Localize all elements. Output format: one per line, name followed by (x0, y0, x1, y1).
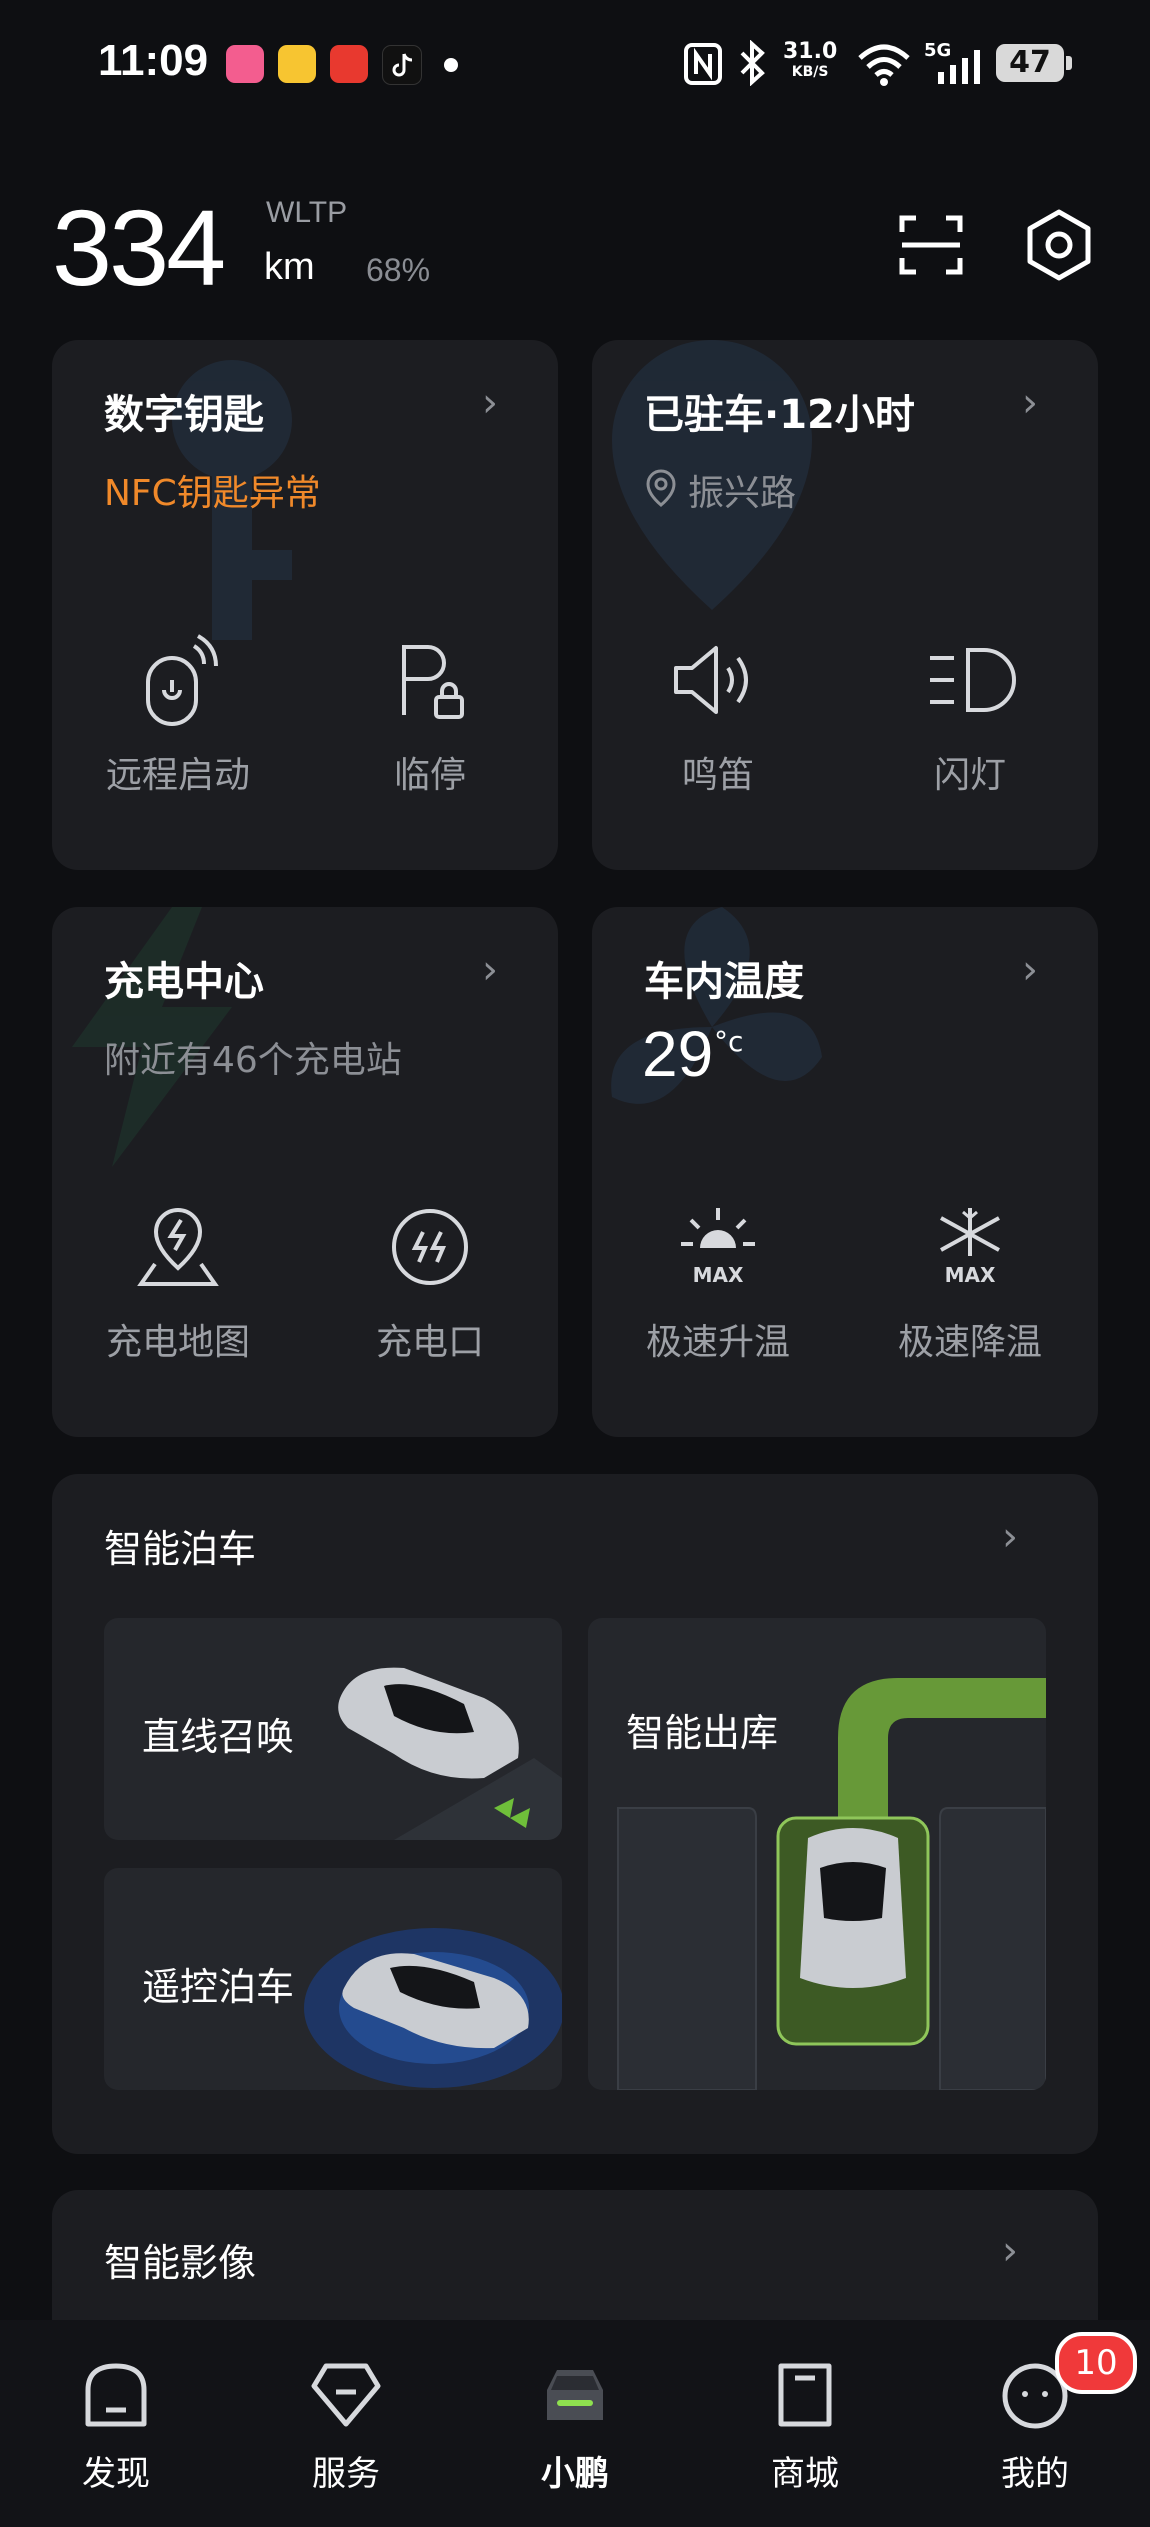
charging-map-icon (137, 1207, 219, 1286)
battery-percent: 68% (366, 252, 431, 288)
nav-xpeng[interactable]: 小鹏 (505, 2360, 645, 2495)
bilibili-app-icon (226, 45, 264, 83)
horn-button[interactable]: 鸣笛 (598, 630, 838, 798)
summon-straight-label: 直线召唤 (142, 1715, 295, 1759)
network-speed: 31.0 KB/S (783, 39, 838, 82)
svg-text:MAX: MAX (693, 1263, 744, 1287)
location-pin-icon (646, 469, 676, 507)
car-summon-illustration-icon (338, 1667, 562, 1840)
cabin-temperature-card[interactable]: 车内温度 › 29 °c MAX 极速升温 MAX 极速降温 (592, 907, 1098, 1437)
temp-parking-button[interactable]: 临停 (310, 630, 550, 798)
settings-button[interactable] (1022, 208, 1096, 282)
digital-key-title: 数字钥匙 (104, 392, 264, 438)
scan-button[interactable] (894, 208, 968, 282)
svg-text:MAX: MAX (945, 1263, 996, 1287)
nav-service-label: 服务 (312, 2454, 380, 2494)
smart-parking-card[interactable]: 智能泊车 › 直线召唤 遥控泊车 智能出库 (52, 1474, 1098, 2154)
status-bar: 11:09 31.0 KB/S 5G 47 (0, 0, 1150, 130)
flash-lights-label: 闪灯 (933, 755, 1006, 796)
parked-location: 振兴路 (688, 473, 797, 514)
max-cool-button[interactable]: MAX 极速降温 (850, 1197, 1090, 1365)
discover-icon (85, 2363, 147, 2427)
remote-start-label: 远程启动 (105, 755, 250, 796)
scan-icon (899, 215, 963, 275)
cabin-temperature-unit: °c (714, 1025, 744, 1058)
parked-card[interactable]: 已驻车·12小时 › 振兴路 鸣笛 闪灯 (592, 340, 1098, 870)
notification-badge: 10 (1055, 2332, 1137, 2394)
nfc-icon (684, 43, 722, 85)
network-speed-unit: KB/S (791, 64, 829, 80)
smart-imaging-title: 智能影像 (104, 2241, 257, 2285)
car-exit-illustration-icon (617, 1678, 1046, 2090)
car-remote-illustration-icon (304, 1928, 562, 2088)
charging-center-card[interactable]: 充电中心 › 附近有46个充电站 充电地图 充电口 (52, 907, 558, 1437)
max-cool-icon: MAX (940, 1208, 1000, 1287)
signal-icon (938, 50, 980, 84)
range-unit: km (264, 246, 315, 288)
remote-parking-label: 遥控泊车 (142, 1965, 295, 2009)
nav-mall-label: 商城 (771, 2454, 839, 2494)
horn-label: 鸣笛 (681, 755, 754, 796)
chevron-right-icon: › (482, 947, 498, 993)
parking-lock-icon (402, 645, 464, 719)
digital-key-status: NFC钥匙异常 (104, 473, 321, 514)
bluetooth-icon (740, 40, 765, 86)
summon-straight-tile[interactable]: 直线召唤 (104, 1618, 562, 1840)
charging-title: 充电中心 (104, 959, 264, 1005)
remote-start-icon (146, 634, 218, 726)
gear-icon (1027, 209, 1091, 281)
range-value: 334 (52, 187, 226, 308)
flash-lights-button[interactable]: 闪灯 (850, 630, 1090, 798)
nav-service[interactable]: 服务 (276, 2360, 416, 2495)
battery-indicator: 47 (996, 44, 1072, 82)
chevron-right-icon: › (482, 380, 498, 426)
nav-discover[interactable]: 发现 (46, 2360, 186, 2495)
headlight-icon (930, 648, 1016, 712)
charging-port-icon (392, 1209, 468, 1285)
temp-parking-label: 临停 (393, 755, 466, 796)
remote-parking-tile[interactable]: 遥控泊车 (104, 1868, 562, 2090)
nav-discover-label: 发现 (82, 2454, 150, 2494)
max-heat-label: 极速升温 (645, 1322, 790, 1363)
red-app-icon (330, 45, 368, 83)
car-icon (547, 2370, 603, 2420)
charging-port-button[interactable]: 充电口 (310, 1197, 550, 1365)
digital-key-card[interactable]: 数字钥匙 › NFC钥匙异常 远程启动 临停 (52, 340, 558, 870)
wifi-icon (858, 44, 910, 86)
charging-map-button[interactable]: 充电地图 (58, 1197, 298, 1365)
status-time: 11:09 (98, 36, 209, 85)
charging-map-label: 充电地图 (105, 1322, 250, 1363)
notification-dot-icon (444, 58, 458, 72)
nav-mine-label: 我的 (1001, 2454, 1069, 2494)
remote-start-button[interactable]: 远程启动 (58, 630, 298, 798)
cabin-temperature-value: 29 (642, 1018, 714, 1090)
chevron-right-icon: › (1022, 380, 1038, 426)
horn-icon (674, 646, 748, 714)
service-icon (311, 2363, 381, 2427)
max-cool-label: 极速降温 (897, 1322, 1042, 1363)
chevron-right-icon: › (1022, 947, 1038, 993)
chevron-right-icon: › (1002, 2228, 1018, 2274)
nav-mall[interactable]: 商城 (735, 2360, 875, 2495)
smart-exit-tile[interactable]: 智能出库 (588, 1618, 1046, 2090)
temperature-title: 车内温度 (644, 959, 804, 1005)
chevron-right-icon: › (1002, 1514, 1018, 1560)
charging-port-label: 充电口 (375, 1322, 484, 1363)
network-speed-value: 31.0 (783, 39, 838, 64)
max-heat-icon: MAX (681, 1208, 755, 1287)
yellow-app-icon (278, 45, 316, 83)
max-heat-button[interactable]: MAX 极速升温 (598, 1197, 838, 1365)
charging-subtitle: 附近有46个充电站 (104, 1040, 402, 1081)
nav-xpeng-label: 小鹏 (541, 2454, 609, 2494)
tiktok-app-icon (382, 45, 422, 85)
shopping-bag-icon (778, 2363, 832, 2427)
smart-parking-title: 智能泊车 (104, 1527, 257, 1571)
parked-title: 已驻车·12小时 (644, 392, 915, 438)
range-standard: WLTP (266, 196, 348, 229)
